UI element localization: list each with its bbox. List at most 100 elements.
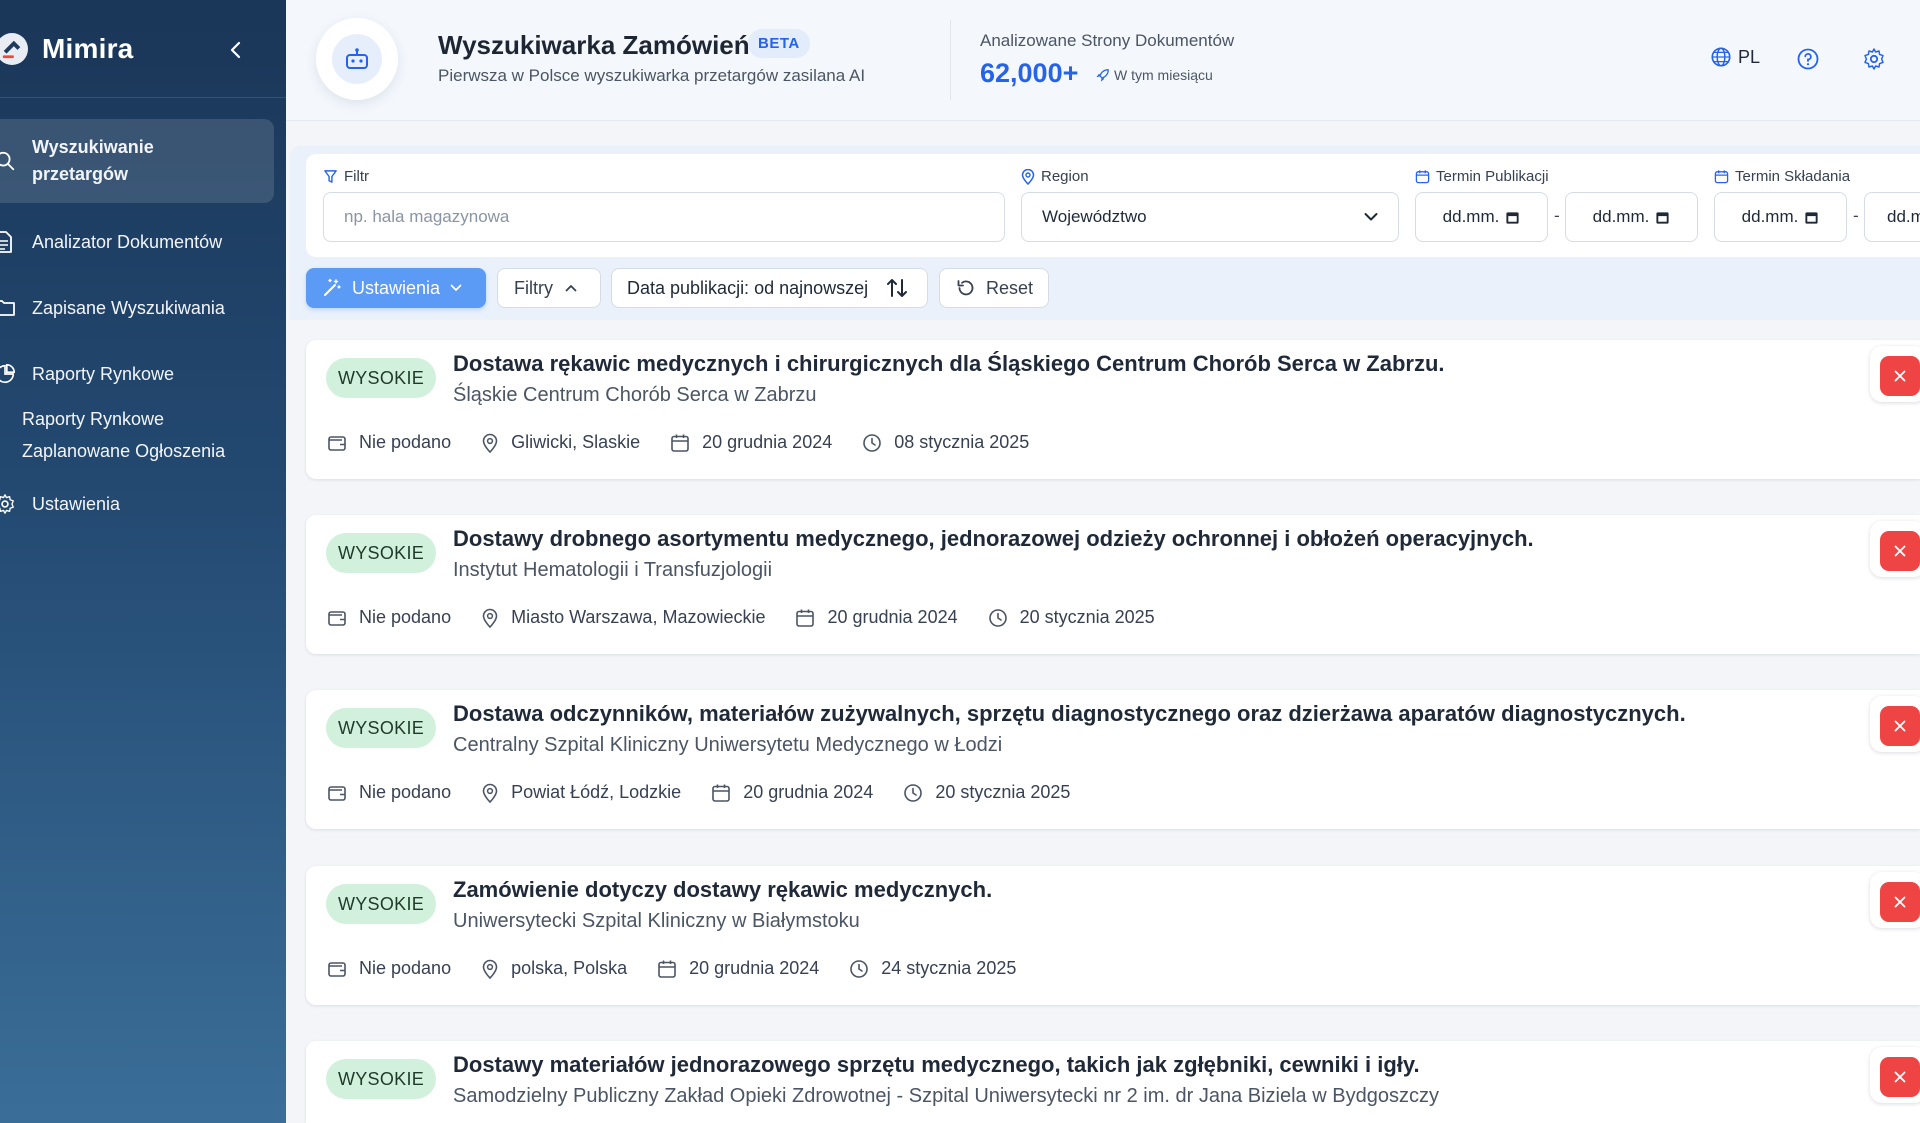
- tender-value-text: Nie podano: [359, 432, 452, 452]
- submenu-item-market-reports[interactable]: Raporty Rynkowe: [22, 403, 274, 435]
- tender-location: Powiat Łódź, Lodzkie: [481, 782, 681, 803]
- rocket-icon: [1096, 69, 1109, 82]
- tender-title[interactable]: Dostawa rękawic medycznych i chirurgiczn…: [453, 351, 1445, 377]
- calendar-icon: [796, 609, 815, 627]
- location-pin-icon: [482, 783, 498, 803]
- tender-organization: Uniwersytecki Szpital Kliniczny w Białym…: [453, 910, 860, 932]
- tender-value: Nie podano: [327, 432, 451, 453]
- tender-deadline: 24 stycznia 2025: [849, 958, 1016, 979]
- gear-icon: [1864, 48, 1884, 70]
- tender-location: polska, Polska: [481, 958, 627, 979]
- chevron-down-icon: [450, 284, 462, 291]
- calendar-icon: [1506, 211, 1519, 224]
- tender-title[interactable]: Dostawy drobnego asortymentu medycznego,…: [453, 526, 1534, 552]
- filters-toggle-button[interactable]: Filtry: [497, 268, 601, 308]
- stats-label: Analizowane Strony Dokumentów: [980, 31, 1235, 50]
- region-label: Region: [1021, 168, 1089, 185]
- calendar-icon: [1714, 170, 1729, 184]
- tender-location: Gliwicki, Slaskie: [481, 432, 640, 453]
- dismiss-button[interactable]: [1880, 882, 1920, 922]
- tender-card[interactable]: WYSOKIE Dostawy materiałów jednorazowego…: [306, 1041, 1920, 1123]
- tender-card[interactable]: WYSOKIE Dostawy drobnego asortymentu med…: [306, 515, 1920, 654]
- reset-button[interactable]: Reset: [939, 268, 1049, 308]
- sidebar-item-document-analyzer[interactable]: Analizator Dokumentów: [0, 209, 274, 275]
- app-badge: [316, 18, 398, 100]
- submission-date-label-text: Termin Składania: [1735, 168, 1851, 185]
- sidebar-item-market-reports[interactable]: Raporty Rynkowe: [0, 341, 274, 407]
- date-range-separator: -: [1853, 206, 1859, 225]
- sort-button[interactable]: Data publikacji: od najnowszej: [611, 268, 928, 308]
- publication-date-to[interactable]: dd.mm.: [1565, 192, 1698, 242]
- date-placeholder: dd.mm.: [1741, 207, 1799, 226]
- submenu-item-scheduled-notices[interactable]: Zaplanowane Ogłoszenia: [22, 435, 274, 467]
- gear-icon: [0, 493, 16, 515]
- sort-button-label: Data publikacji: od najnowszej: [627, 277, 869, 298]
- date-placeholder: dd.mm.: [1442, 207, 1500, 226]
- sidebar-item-settings[interactable]: Ustawienia: [0, 471, 274, 537]
- filter-input[interactable]: np. hala magazynowa: [323, 192, 1005, 242]
- tender-value: Nie podano: [327, 607, 451, 628]
- location-pin-icon: [482, 959, 498, 979]
- sidebar-item-tender-search[interactable]: Wyszukiwanie przetargów: [0, 119, 274, 203]
- tender-deadline-text: 24 stycznia 2025: [881, 958, 1017, 978]
- collapse-sidebar-button[interactable]: [222, 36, 250, 64]
- dismiss-button[interactable]: [1880, 356, 1920, 396]
- region-select[interactable]: Województwo: [1021, 192, 1399, 242]
- dismiss-wrap: [1870, 1047, 1920, 1103]
- date-placeholder: dd.mm.: [1592, 207, 1650, 226]
- tender-location: Miasto Warszawa, Mazowieckie: [481, 607, 765, 628]
- publication-date-from[interactable]: dd.mm.: [1415, 192, 1548, 242]
- stats-value: 62,000+: [980, 58, 1079, 88]
- reset-button-label: Reset: [986, 277, 1034, 298]
- location-pin-icon: [482, 608, 498, 628]
- settings-dropdown-button[interactable]: Ustawienia: [306, 268, 486, 308]
- chevron-up-icon: [565, 285, 577, 292]
- submission-date-label: Termin Składania: [1714, 168, 1850, 185]
- tender-published-text: 20 grudnia 2024: [743, 782, 874, 802]
- tender-organization: Śląskie Centrum Chorób Serca w Zabrzu: [453, 384, 817, 406]
- tender-title[interactable]: Dostawy materiałów jednorazowego sprzętu…: [453, 1052, 1420, 1078]
- close-icon: [1894, 896, 1906, 908]
- stats-period-text: W tym miesiącu: [1114, 67, 1213, 83]
- tender-card[interactable]: WYSOKIE Dostawa rękawic medycznych i chi…: [306, 340, 1920, 479]
- date-range-separator: -: [1554, 206, 1560, 225]
- submission-date-to[interactable]: dd.m: [1864, 192, 1920, 242]
- tender-value-text: Nie podano: [359, 607, 452, 627]
- close-icon: [1894, 370, 1906, 382]
- folder-icon: [0, 298, 16, 318]
- page-header: Wyszukiwarka Zamówień BETA Pierwsza w Po…: [286, 0, 1920, 121]
- language-switcher[interactable]: PL: [1710, 46, 1760, 68]
- tender-value-text: Nie podano: [359, 782, 452, 802]
- sidebar-item-label: Raporty Rynkowe: [32, 363, 175, 384]
- tender-published-text: 20 grudnia 2024: [827, 607, 958, 627]
- tender-title[interactable]: Zamówienie dotyczy dostawy rękawic medyc…: [453, 877, 992, 903]
- wallet-icon: [328, 610, 346, 626]
- dismiss-button[interactable]: [1880, 1057, 1920, 1097]
- wallet-icon: [328, 435, 346, 451]
- priority-badge: WYSOKIE: [326, 533, 436, 573]
- language-code: PL: [1738, 46, 1761, 67]
- tender-published: 20 grudnia 2024: [711, 782, 873, 803]
- clock-icon: [988, 608, 1007, 627]
- calendar-icon: [1656, 211, 1669, 224]
- tender-location-text: polska, Polska: [511, 958, 628, 978]
- submission-date-from[interactable]: dd.mm.: [1714, 192, 1847, 242]
- tender-card[interactable]: WYSOKIE Zamówienie dotyczy dostawy rękaw…: [306, 866, 1920, 1005]
- sidebar-item-label: Analizator Dokumentów: [32, 231, 223, 252]
- logo-gavel-icon: [0, 32, 28, 65]
- priority-badge: WYSOKIE: [326, 708, 436, 748]
- calendar-icon: [712, 784, 730, 802]
- clock-icon: [863, 433, 882, 452]
- close-icon: [1894, 1071, 1906, 1083]
- sidebar-item-saved-searches[interactable]: Zapisane Wyszukiwania: [0, 275, 274, 341]
- dismiss-button[interactable]: [1880, 706, 1920, 746]
- help-button[interactable]: [1796, 47, 1820, 71]
- sort-arrows-icon: [887, 279, 908, 297]
- settings-button[interactable]: [1862, 47, 1886, 71]
- tender-card[interactable]: WYSOKIE Dostawa odczynników, materiałów …: [306, 690, 1920, 829]
- sidebar: Mimira Wyszukiwanie przetargów Analizato…: [0, 0, 286, 1123]
- clock-icon: [850, 959, 869, 978]
- tender-title[interactable]: Dostawa odczynników, materiałów zużywaln…: [453, 701, 1686, 727]
- globe-icon: [1711, 47, 1731, 67]
- dismiss-button[interactable]: [1880, 531, 1920, 571]
